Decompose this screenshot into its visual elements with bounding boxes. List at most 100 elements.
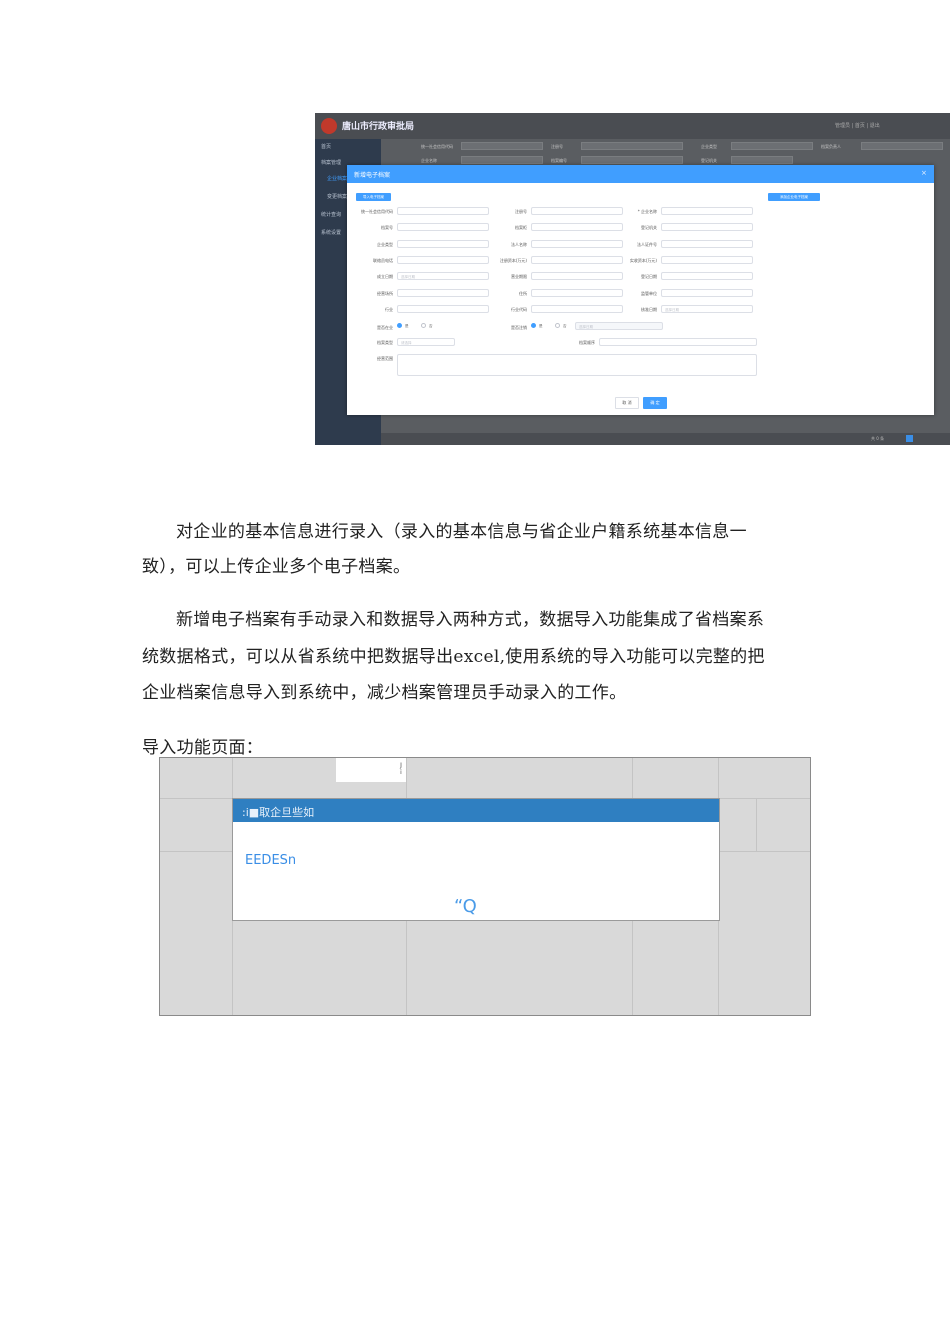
- filter-input[interactable]: [461, 142, 543, 150]
- pagination-total: 共 0 条: [871, 436, 885, 441]
- field-label: * 企业名称: [637, 209, 657, 214]
- pagination-bar: 共 0 条: [381, 433, 950, 445]
- field-input[interactable]: [531, 304, 623, 313]
- filter-input[interactable]: [581, 142, 683, 150]
- field-label: 档案类型: [377, 340, 393, 345]
- field-input[interactable]: [531, 239, 623, 248]
- paragraph-line: 企业档案信息导入到系统中，减少档案管理员手动录入的工作。: [142, 683, 627, 703]
- field-input[interactable]: [531, 288, 623, 297]
- field-label: 档案顺序: [579, 340, 595, 345]
- screenshot-import-page: Ji :i■取企旦些如 EEDESn “Q: [159, 757, 811, 1016]
- import-dialog: :i■取企旦些如 EEDESn “Q: [232, 798, 720, 921]
- dialog-title: :i■取企旦些如: [242, 806, 315, 819]
- radio-no-label: 否: [429, 324, 433, 328]
- cancel-button[interactable]: 取 消: [615, 397, 639, 409]
- field-label: 营业期限: [511, 274, 527, 280]
- search-icon[interactable]: “Q: [454, 896, 477, 917]
- page-button[interactable]: [906, 435, 913, 442]
- radio-yes[interactable]: [531, 323, 536, 328]
- sidebar-item-company-archive[interactable]: 企业档案: [327, 175, 347, 182]
- field-label: 登记日期: [641, 274, 657, 280]
- field-label: 注册资本(万元): [499, 257, 527, 263]
- white-panel: Ji: [336, 758, 406, 782]
- dialog-header: :i■取企旦些如: [233, 799, 719, 822]
- field-label: 行业代码: [511, 306, 527, 312]
- paragraph-line: 对企业的基本信息进行录入（录入的基本信息与省企业户籍系统基本信息一: [176, 522, 747, 542]
- field-label: 经营范围: [377, 356, 393, 361]
- filter-label: 统一社会信用代码: [421, 144, 453, 149]
- field-input[interactable]: 选择日期: [397, 272, 489, 281]
- filter-label: 注册号: [551, 144, 563, 149]
- field-input[interactable]: [397, 223, 489, 232]
- radio-no[interactable]: [555, 323, 560, 328]
- field-label: 实收资本(万元): [629, 257, 657, 263]
- field-label: 统一社会信用代码: [361, 209, 393, 214]
- field-input[interactable]: [661, 288, 753, 297]
- field-input[interactable]: [661, 255, 753, 264]
- field-label: 核准日期: [641, 306, 657, 312]
- user-menu[interactable]: 管理员 | 首页 | 退出: [835, 122, 880, 129]
- field-label: 企业类型: [377, 241, 393, 247]
- panel-text: Ji: [400, 762, 402, 776]
- new-archive-dialog: 新增电子档案 × 导入电子档案 添加企业电子档案 统一社会信用代码 注册号 * 企业…: [347, 165, 934, 415]
- field-input[interactable]: [661, 272, 753, 281]
- field-input[interactable]: [531, 272, 623, 281]
- sidebar-item-archive[interactable]: 档案管理: [321, 159, 341, 166]
- archive-order-input[interactable]: [599, 338, 757, 346]
- filter-input[interactable]: [581, 156, 683, 164]
- column-divider: [756, 798, 757, 851]
- field-input[interactable]: [531, 255, 623, 264]
- filter-input[interactable]: [461, 156, 543, 164]
- field-input[interactable]: 选择日期: [661, 304, 753, 313]
- confirm-button[interactable]: 确 定: [643, 397, 667, 409]
- radio-yes[interactable]: [397, 323, 402, 328]
- filter-input[interactable]: [731, 156, 793, 164]
- field-label: 行业: [385, 306, 393, 312]
- field-input[interactable]: [661, 207, 753, 215]
- field-input[interactable]: [661, 223, 753, 232]
- business-scope-textarea[interactable]: [397, 354, 757, 376]
- radio-yes-label: 是: [405, 324, 409, 328]
- field-input[interactable]: [531, 223, 623, 232]
- field-input[interactable]: [397, 207, 489, 215]
- date-input[interactable]: 选择日期: [575, 322, 663, 330]
- filter-label: 档案负责人: [821, 144, 841, 149]
- field-input[interactable]: [397, 304, 489, 313]
- field-input[interactable]: [397, 288, 489, 297]
- field-label: 是否在业: [377, 325, 393, 330]
- upload-link[interactable]: EEDESn: [245, 853, 296, 868]
- field-label: 登记机关: [641, 225, 657, 231]
- field-label: 成立日期: [377, 274, 393, 280]
- radio-no-label: 否: [563, 324, 567, 328]
- field-label: 联络员电话: [373, 257, 393, 263]
- field-label: 住所: [519, 290, 527, 296]
- field-input[interactable]: [397, 255, 489, 264]
- archive-type-select[interactable]: 请选择: [397, 338, 455, 346]
- screenshot-new-archive: 唐山市行政审批局 管理员 | 首页 | 退出 首页 档案管理 企业档案 变更档案…: [315, 113, 950, 445]
- emblem-logo-icon: [321, 118, 337, 134]
- field-label: 档案柜: [515, 225, 527, 231]
- radio-no[interactable]: [421, 323, 426, 328]
- field-input[interactable]: [531, 207, 623, 215]
- app-title: 唐山市行政审批局: [342, 122, 415, 132]
- sidebar-item-stats[interactable]: 统计查询: [321, 211, 341, 218]
- filter-label: 企业类型: [701, 144, 717, 149]
- form-grid: 统一社会信用代码 注册号 * 企业名称档案号 档案柜 登记机关企业类型 法人名称 法人证件号…: [347, 165, 934, 415]
- field-label: 档案号: [381, 225, 393, 231]
- top-bar: 唐山市行政审批局 管理员 | 首页 | 退出: [315, 113, 950, 139]
- field-label: 法人名称: [511, 241, 527, 247]
- sidebar-item-change-archive[interactable]: 变更档案: [327, 193, 347, 200]
- filter-label: 档案编号: [551, 158, 567, 163]
- field-label: 是否注销: [511, 325, 527, 330]
- sidebar-item-settings[interactable]: 系统设置: [321, 229, 341, 236]
- paragraph-line: 新增电子档案有手动录入和数据导入两种方式，数据导入功能集成了省档案系: [176, 610, 765, 630]
- field-label: 注册号: [515, 209, 527, 214]
- filter-input[interactable]: [731, 142, 813, 150]
- sidebar-item-home[interactable]: 首页: [321, 143, 331, 150]
- field-input[interactable]: [661, 239, 753, 248]
- field-label: 法人证件号: [637, 241, 657, 247]
- radio-yes-label: 是: [539, 324, 543, 328]
- filter-input[interactable]: [861, 142, 943, 150]
- paragraph-line: 致），可以上传企业多个电子档案。: [142, 557, 411, 577]
- field-input[interactable]: [397, 239, 489, 248]
